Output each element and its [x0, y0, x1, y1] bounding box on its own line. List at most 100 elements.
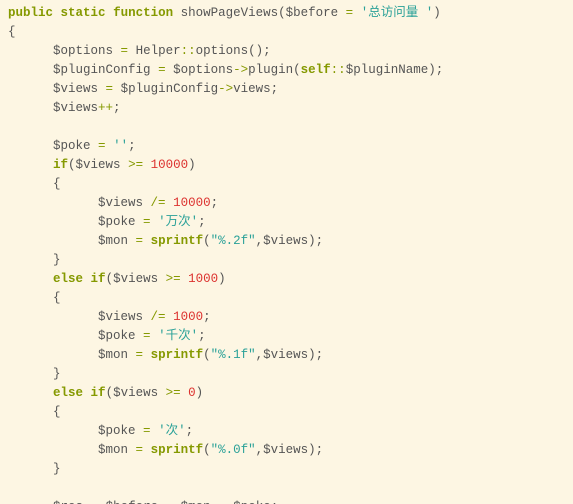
token-op: -> [218, 82, 233, 96]
token-pun [106, 6, 114, 20]
token-var: $before [286, 6, 339, 20]
token-k: function [113, 6, 173, 20]
token-var: $views [263, 443, 308, 457]
token-pun [158, 386, 166, 400]
token-pun [338, 6, 346, 20]
token-k: sprintf [151, 348, 204, 362]
token-pun: (); [248, 44, 271, 58]
token-pun: } [53, 253, 61, 267]
token-op: :: [181, 44, 196, 58]
token-var: $pluginConfig [121, 82, 219, 96]
code-line: $poke = '次'; [8, 422, 573, 441]
token-pun [166, 310, 174, 324]
token-str: '' [113, 139, 128, 153]
token-pun: , [256, 234, 264, 248]
token-var: $poke [98, 329, 136, 343]
token-str: "%.1f" [211, 348, 256, 362]
token-pun [158, 272, 166, 286]
token-pun: ( [203, 443, 211, 457]
code-block: public static function showPageViews($be… [0, 0, 573, 504]
token-fn: showPageViews [181, 6, 279, 20]
token-pun [113, 82, 121, 96]
token-pun [136, 424, 144, 438]
code-line: else if($views >= 1000) [8, 270, 573, 289]
token-k: static [61, 6, 106, 20]
code-line: $pluginConfig = $options->plugin(self::$… [8, 61, 573, 80]
token-op: >= [128, 158, 143, 172]
token-pun: , [256, 443, 264, 457]
token-var: $pluginConfig [53, 63, 151, 77]
token-k: else [53, 272, 83, 286]
token-pun [98, 82, 106, 96]
token-op: . [166, 500, 174, 504]
token-var: $views [113, 386, 158, 400]
code-line: { [8, 23, 573, 42]
token-var: $views [98, 310, 143, 324]
code-line: $options = Helper::options(); [8, 42, 573, 61]
token-var: $views [53, 82, 98, 96]
token-pun [143, 196, 151, 210]
token-op: >= [166, 386, 181, 400]
token-pun: ) [218, 272, 226, 286]
token-num: 1000 [188, 272, 218, 286]
token-pun: ; [211, 196, 219, 210]
code-line: $views = $pluginConfig->views; [8, 80, 573, 99]
code-line: $views++; [8, 99, 573, 118]
token-k: if [53, 158, 68, 172]
token-op: /= [151, 310, 166, 324]
token-pun: ; [271, 500, 279, 504]
token-var: $mon [98, 443, 128, 457]
token-pun [151, 215, 159, 229]
token-pun: ( [203, 234, 211, 248]
code-line: $res = $before . $mon . $poke; [8, 498, 573, 504]
token-pun [151, 424, 159, 438]
token-pun: ( [106, 386, 114, 400]
token-var: $poke [233, 500, 271, 504]
code-line: $mon = sprintf("%.0f",$views); [8, 441, 573, 460]
token-op: -> [233, 63, 248, 77]
token-pun [53, 6, 61, 20]
token-op: . [218, 500, 226, 504]
token-op: = [136, 234, 144, 248]
token-pun [143, 348, 151, 362]
token-pun: } [53, 367, 61, 381]
token-op: >= [166, 272, 181, 286]
token-pun: ( [106, 272, 114, 286]
code-line: { [8, 175, 573, 194]
token-pun [128, 348, 136, 362]
token-var: $views [53, 101, 98, 115]
token-pun: ; [198, 215, 206, 229]
token-pun: ) [188, 158, 196, 172]
token-op: /= [151, 196, 166, 210]
token-pun [151, 329, 159, 343]
token-pun [353, 6, 361, 20]
token-fn: views [233, 82, 271, 96]
token-pun [128, 44, 136, 58]
token-pun: ); [428, 63, 443, 77]
code-line: public static function showPageViews($be… [8, 4, 573, 23]
token-str: "%.0f" [211, 443, 256, 457]
token-pun: ( [68, 158, 76, 172]
code-line: $poke = '万次'; [8, 213, 573, 232]
token-pun [136, 329, 144, 343]
token-fn: Helper [136, 44, 181, 58]
token-var: $pluginName [346, 63, 429, 77]
token-num: 10000 [173, 196, 211, 210]
token-pun [143, 310, 151, 324]
token-str: '总访问量 ' [361, 6, 434, 20]
code-line: { [8, 289, 573, 308]
token-k: else [53, 386, 83, 400]
token-pun: ) [433, 6, 441, 20]
token-pun: { [8, 25, 16, 39]
token-num: 0 [188, 386, 196, 400]
token-var: $options [173, 63, 233, 77]
token-str: '次' [158, 424, 186, 438]
token-op: ++ [98, 101, 113, 115]
token-k: sprintf [151, 443, 204, 457]
token-pun: ; [128, 139, 136, 153]
code-line: { [8, 403, 573, 422]
token-pun: ( [278, 6, 286, 20]
token-pun [181, 272, 189, 286]
token-pun [151, 63, 159, 77]
token-str: "%.2f" [211, 234, 256, 248]
